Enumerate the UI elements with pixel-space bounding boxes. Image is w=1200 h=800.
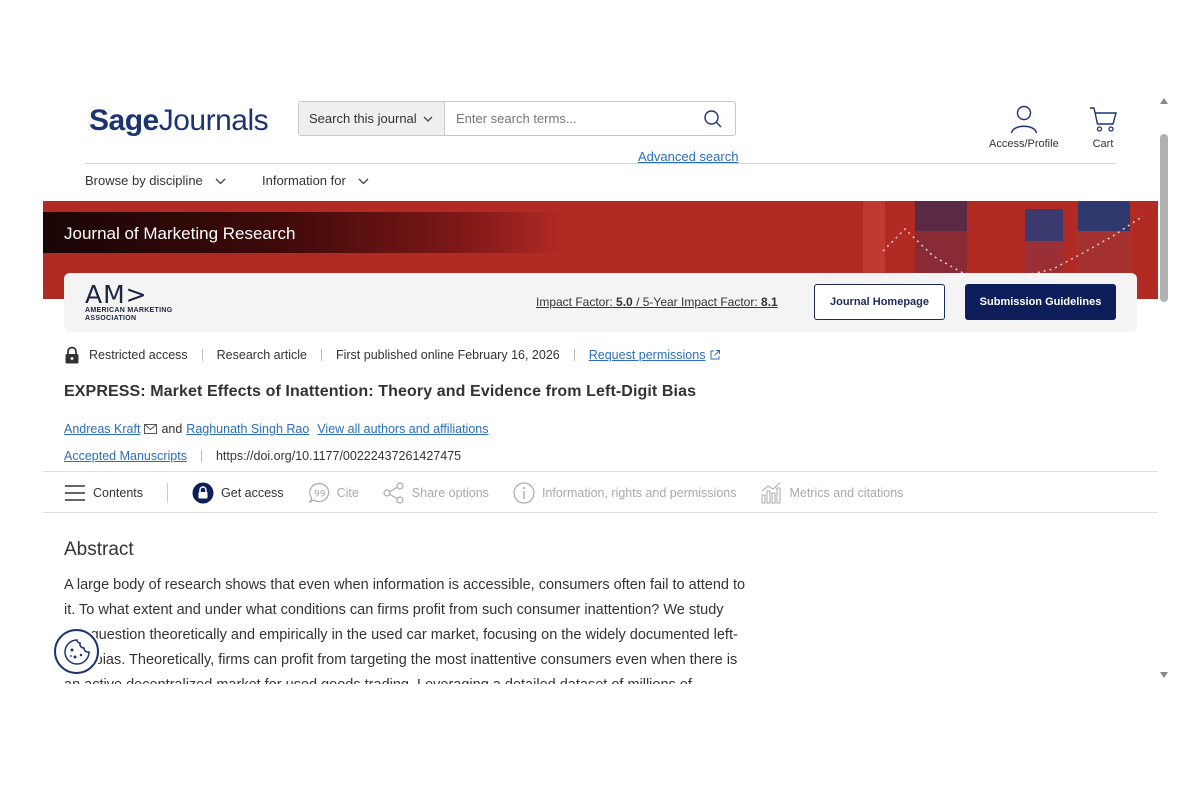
cookie-settings-button[interactable] bbox=[54, 629, 99, 674]
published-date: First published online February 16, 2026 bbox=[335, 348, 560, 362]
scrollbar-thumb[interactable] bbox=[1160, 134, 1168, 302]
get-access-button[interactable]: Get access bbox=[192, 482, 284, 504]
cart-icon bbox=[1090, 107, 1117, 132]
author-list: Andreas Kraft and Raghunath Singh Rao Vi… bbox=[64, 422, 489, 436]
list-icon bbox=[65, 485, 85, 501]
bar-chart-icon bbox=[761, 482, 781, 504]
abstract-heading: Abstract bbox=[64, 539, 134, 560]
cookie-icon bbox=[63, 638, 90, 665]
nav-browse-by-discipline[interactable]: Browse by discipline bbox=[85, 173, 226, 188]
search-button[interactable] bbox=[691, 102, 735, 135]
info-icon bbox=[513, 482, 535, 504]
svg-text:99: 99 bbox=[314, 490, 326, 500]
scroll-up-arrow[interactable] bbox=[1160, 98, 1168, 104]
scroll-down-arrow[interactable] bbox=[1160, 672, 1168, 678]
page-scrollbar[interactable] bbox=[1158, 92, 1171, 684]
author-link[interactable]: Raghunath Singh Rao bbox=[186, 422, 309, 436]
journal-info-card: AM> AMERICAN MARKETING ASSOCIATION Impac… bbox=[64, 273, 1137, 332]
header-divider bbox=[85, 163, 1116, 164]
request-permissions-link[interactable]: Request permissions bbox=[589, 348, 706, 362]
author-link[interactable]: Andreas Kraft bbox=[64, 422, 140, 436]
mail-icon[interactable] bbox=[144, 424, 158, 434]
search-bar: Search this journal bbox=[298, 101, 736, 136]
accepted-manuscripts-link[interactable]: Accepted Manuscripts bbox=[64, 449, 187, 463]
external-link-icon bbox=[710, 350, 721, 360]
lock-icon bbox=[65, 346, 79, 364]
access-profile-button[interactable]: Access/Profile bbox=[989, 104, 1059, 150]
chevron-down-icon bbox=[358, 178, 369, 184]
chevron-down-icon bbox=[215, 178, 226, 184]
impact-factor-link[interactable]: Impact Factor: 5.0 / 5-Year Impact Facto… bbox=[536, 295, 778, 309]
journal-title[interactable]: Journal of Marketing Research bbox=[64, 224, 296, 244]
view-all-authors-link[interactable]: View all authors and affiliations bbox=[317, 422, 488, 436]
search-scope-dropdown[interactable]: Search this journal bbox=[299, 102, 445, 135]
ama-logo[interactable]: AM> AMERICAN MARKETING ASSOCIATION bbox=[85, 282, 172, 323]
search-input[interactable] bbox=[445, 102, 691, 135]
article-meta: Restricted access Research article First… bbox=[64, 346, 721, 364]
sage-journals-logo[interactable]: SageJournals bbox=[89, 104, 269, 138]
access-status: Restricted access bbox=[89, 348, 188, 362]
lock-icon bbox=[192, 482, 214, 504]
abstract-body: A large body of research shows that even… bbox=[64, 577, 746, 684]
cite-button[interactable]: 99 Cite bbox=[308, 482, 359, 504]
page-viewport: SageJournals Search this journal Advance… bbox=[43, 92, 1171, 684]
chevron-down-icon bbox=[423, 116, 433, 122]
information-rights-button[interactable]: Information, rights and permissions bbox=[513, 482, 736, 504]
doi-text[interactable]: https://doi.org/10.1177/0022243726142747… bbox=[216, 449, 461, 463]
metrics-citations-button[interactable]: Metrics and citations bbox=[760, 482, 903, 504]
article-title: EXPRESS: Market Effects of Inattention: … bbox=[64, 383, 697, 400]
user-icon bbox=[1010, 105, 1038, 134]
doi-line: Accepted Manuscripts https://doi.org/10.… bbox=[64, 449, 461, 463]
share-icon bbox=[383, 482, 404, 504]
share-options-button[interactable]: Share options bbox=[383, 482, 489, 504]
cart-button[interactable]: Cart bbox=[1088, 104, 1118, 150]
quote-icon: 99 bbox=[308, 482, 329, 504]
nav-information-for[interactable]: Information for bbox=[262, 173, 369, 188]
article-type: Research article bbox=[216, 348, 307, 362]
submission-guidelines-button[interactable]: Submission Guidelines bbox=[965, 284, 1116, 320]
journal-homepage-button[interactable]: Journal Homepage bbox=[814, 284, 945, 320]
search-icon bbox=[704, 109, 722, 127]
contents-button[interactable]: Contents bbox=[64, 484, 143, 502]
article-toolbar: Contents Get access 99 Cite Share option… bbox=[64, 482, 903, 504]
advanced-search-link[interactable]: Advanced search bbox=[638, 149, 738, 164]
